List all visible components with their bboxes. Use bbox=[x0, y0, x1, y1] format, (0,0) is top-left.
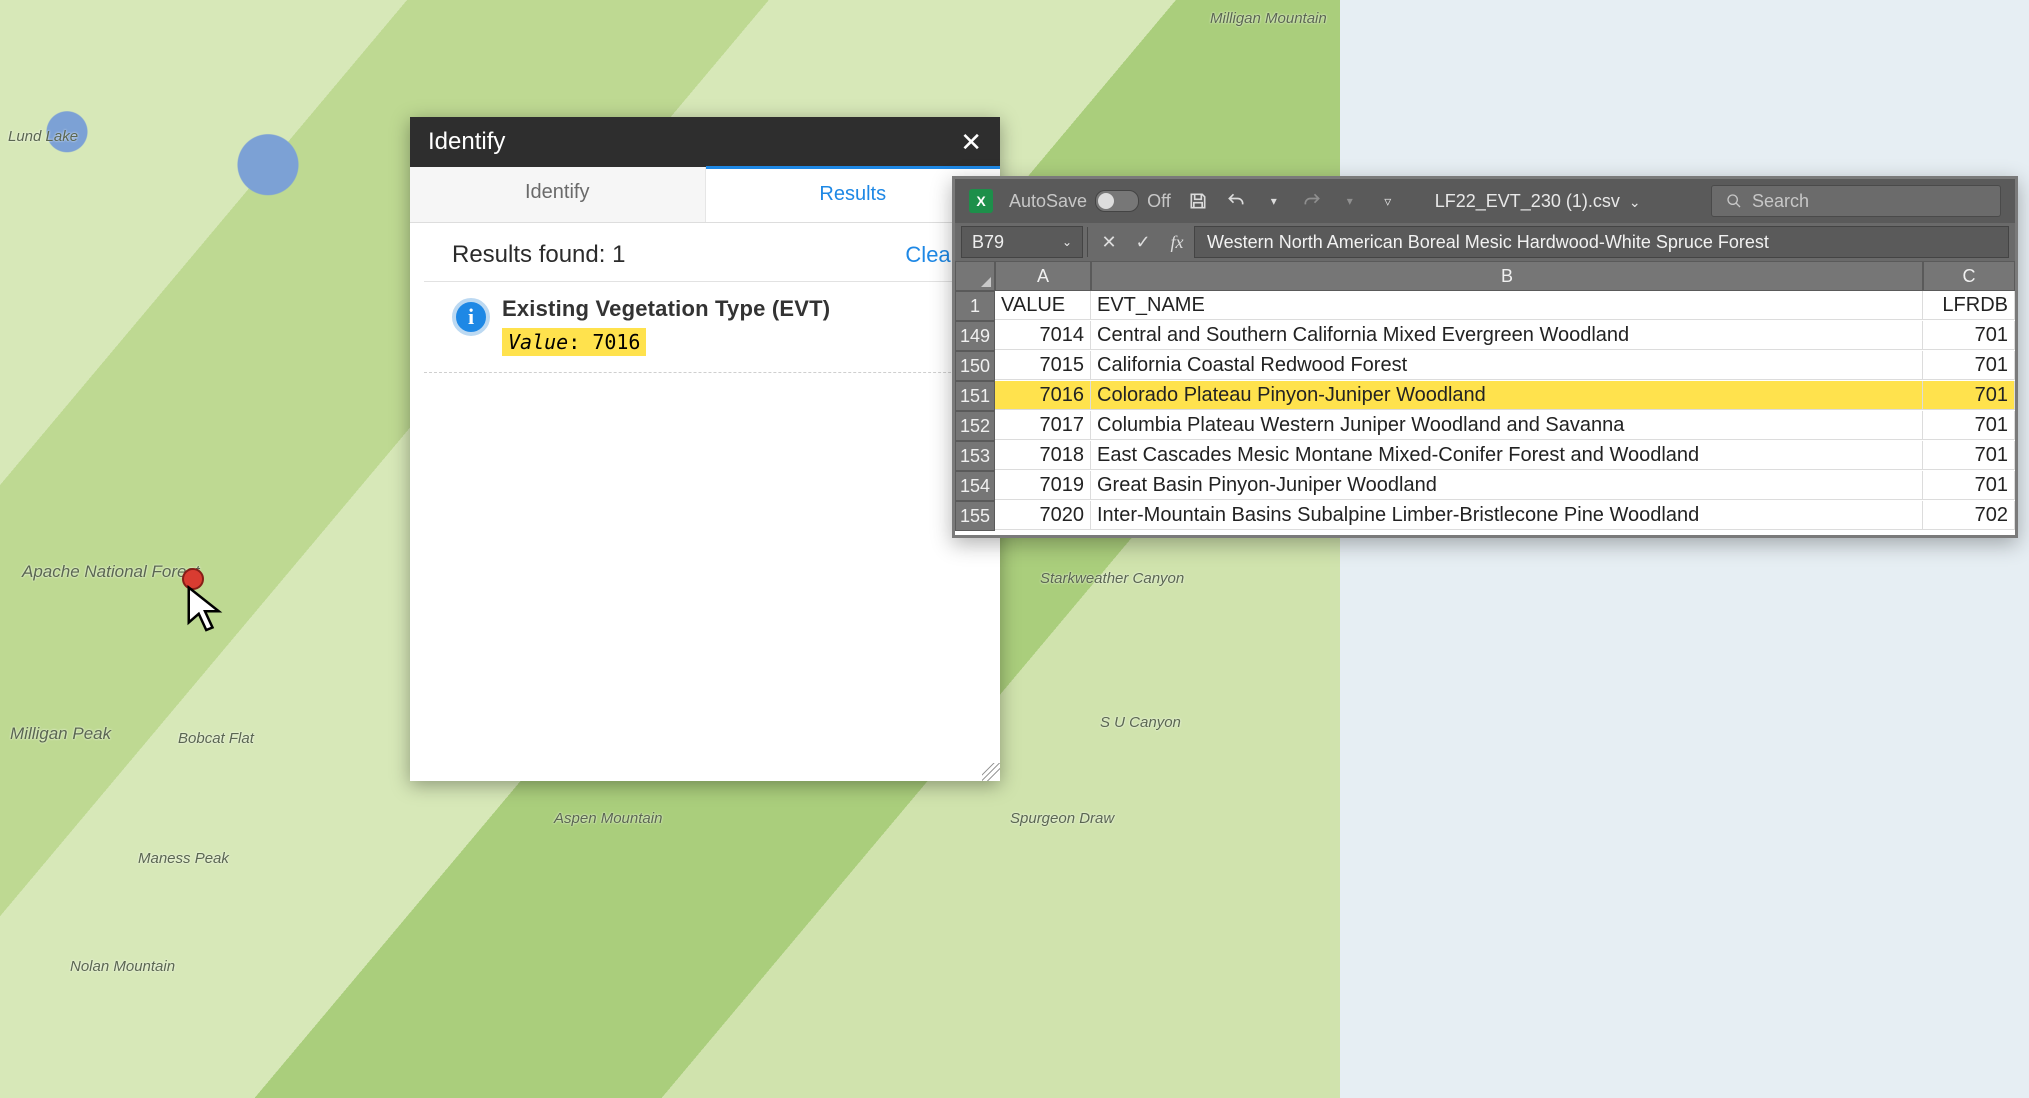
row-header[interactable]: 1 bbox=[955, 291, 995, 321]
column-header[interactable]: A bbox=[995, 261, 1091, 291]
excel-filename[interactable]: LF22_EVT_230 (1).csv ⌄ bbox=[1435, 191, 1641, 212]
cell[interactable]: California Coastal Redwood Forest bbox=[1091, 351, 1923, 380]
result-value-label: Value bbox=[508, 330, 568, 354]
cell[interactable]: 701 bbox=[1923, 411, 2015, 440]
cell[interactable]: Columbia Plateau Western Juniper Woodlan… bbox=[1091, 411, 1923, 440]
formula-input[interactable]: Western North American Boreal Mesic Hard… bbox=[1194, 226, 2009, 258]
column-header[interactable]: C bbox=[1923, 261, 2015, 291]
chevron-down-icon[interactable]: ▾ bbox=[1263, 190, 1285, 212]
excel-logo-icon: X bbox=[969, 189, 993, 213]
clear-button[interactable]: Clear bbox=[905, 242, 958, 268]
identify-title-text: Identify bbox=[428, 128, 505, 156]
map-place-label: Lund Lake bbox=[8, 128, 78, 145]
tab-identify[interactable]: Identify bbox=[410, 167, 706, 222]
map-place-label: Milligan Peak bbox=[10, 724, 111, 744]
cell[interactable]: 7020 bbox=[995, 501, 1091, 530]
map-place-label: Bobcat Flat bbox=[178, 730, 254, 747]
toggle-off-icon[interactable] bbox=[1095, 190, 1139, 212]
row-header[interactable]: 149 bbox=[955, 321, 995, 351]
row-header[interactable]: 150 bbox=[955, 351, 995, 381]
cell[interactable]: Colorado Plateau Pinyon-Juniper Woodland bbox=[1091, 381, 1923, 410]
formula-text: Western North American Boreal Mesic Hard… bbox=[1207, 232, 1769, 253]
row-header[interactable]: 152 bbox=[955, 411, 995, 441]
cell[interactable]: 7017 bbox=[995, 411, 1091, 440]
cell[interactable]: East Cascades Mesic Montane Mixed-Conife… bbox=[1091, 441, 1923, 470]
map-place-label: Spurgeon Draw bbox=[1010, 810, 1114, 827]
autosave-state: Off bbox=[1147, 191, 1171, 212]
cell[interactable]: Inter-Mountain Basins Subalpine Limber-B… bbox=[1091, 501, 1923, 530]
result-item[interactable]: i Existing Vegetation Type (EVT) Value: … bbox=[424, 282, 986, 373]
cell[interactable]: 7014 bbox=[995, 321, 1091, 350]
name-box-value: B79 bbox=[972, 232, 1004, 253]
cell[interactable]: VALUE bbox=[995, 291, 1091, 320]
row-header[interactable]: 153 bbox=[955, 441, 995, 471]
map-place-label: Starkweather Canyon bbox=[1040, 570, 1184, 587]
info-icon: i bbox=[452, 298, 490, 336]
select-all-corner[interactable] bbox=[955, 261, 995, 291]
map-place-label: Maness Peak bbox=[138, 850, 229, 867]
undo-icon[interactable] bbox=[1225, 190, 1247, 212]
result-layer-name: Existing Vegetation Type (EVT) bbox=[502, 296, 830, 322]
redo-icon[interactable] bbox=[1301, 190, 1323, 212]
cell[interactable]: 7016 bbox=[995, 381, 1091, 410]
cell[interactable]: 701 bbox=[1923, 351, 2015, 380]
identify-panel: Identify ✕ Identify Results Results foun… bbox=[410, 117, 1000, 781]
column-header[interactable]: B bbox=[1091, 261, 1923, 291]
enter-formula-icon[interactable]: ✓ bbox=[1126, 232, 1160, 253]
map-place-label: Apache National Forest bbox=[22, 562, 200, 582]
search-placeholder: Search bbox=[1752, 191, 1809, 212]
spreadsheet-grid[interactable]: ABC 1VALUEEVT_NAMELFRDB 1497014Central and… bbox=[955, 261, 2015, 531]
autosave-label: AutoSave bbox=[1009, 191, 1087, 212]
fx-icon[interactable]: fx bbox=[1160, 232, 1194, 253]
save-icon[interactable] bbox=[1187, 190, 1209, 212]
cell[interactable]: 701 bbox=[1923, 471, 2015, 500]
map-place-label: Aspen Mountain bbox=[554, 810, 662, 827]
identify-tabs: Identify Results bbox=[410, 167, 1000, 223]
result-value-badge: Value: 7016 bbox=[502, 328, 646, 356]
map-place-label: Nolan Mountain bbox=[70, 958, 175, 975]
cell[interactable]: Great Basin Pinyon-Juniper Woodland bbox=[1091, 471, 1923, 500]
cell[interactable]: Central and Southern California Mixed Ev… bbox=[1091, 321, 1923, 350]
identify-titlebar[interactable]: Identify ✕ bbox=[410, 117, 1000, 167]
cancel-formula-icon[interactable]: ✕ bbox=[1092, 232, 1126, 253]
cell[interactable]: 7019 bbox=[995, 471, 1091, 500]
row-header[interactable]: 151 bbox=[955, 381, 995, 411]
results-toolbar: Results found: 1 Clear bbox=[424, 223, 986, 282]
cell[interactable]: 7018 bbox=[995, 441, 1091, 470]
cell[interactable]: 701 bbox=[1923, 321, 2015, 350]
excel-window: X AutoSave Off ▾ ▾ ▿ LF22_EVT_230 (1).cs… bbox=[952, 176, 2018, 538]
cell[interactable]: EVT_NAME bbox=[1091, 291, 1923, 320]
cell[interactable]: 701 bbox=[1923, 381, 2015, 410]
resize-handle-icon[interactable] bbox=[982, 763, 1000, 781]
search-icon bbox=[1726, 193, 1742, 209]
excel-search[interactable]: Search bbox=[1711, 185, 2001, 217]
map-place-label: S U Canyon bbox=[1100, 714, 1181, 731]
results-found-text: Results found: 1 bbox=[452, 241, 625, 269]
chevron-down-icon: ⌄ bbox=[1629, 194, 1641, 210]
autosave-toggle[interactable]: AutoSave Off bbox=[1009, 190, 1171, 212]
chevron-down-icon[interactable]: ▾ bbox=[1339, 190, 1361, 212]
map-identify-marker[interactable] bbox=[182, 568, 204, 590]
excel-titlebar[interactable]: X AutoSave Off ▾ ▾ ▿ LF22_EVT_230 (1).cs… bbox=[955, 179, 2015, 223]
result-value-number: 7016 bbox=[592, 330, 640, 354]
cell[interactable]: LFRDB bbox=[1923, 291, 2015, 320]
cursor-icon bbox=[185, 585, 225, 635]
cell[interactable]: 7015 bbox=[995, 351, 1091, 380]
name-box[interactable]: B79 ⌄ bbox=[961, 226, 1083, 258]
row-header[interactable]: 154 bbox=[955, 471, 995, 501]
map-place-label: Milligan Mountain bbox=[1210, 10, 1327, 27]
chevron-down-icon: ⌄ bbox=[1062, 235, 1072, 249]
overflow-icon[interactable]: ▿ bbox=[1377, 190, 1399, 212]
cell[interactable]: 702 bbox=[1923, 501, 2015, 530]
close-icon[interactable]: ✕ bbox=[960, 127, 982, 158]
formula-bar: B79 ⌄ ✕ ✓ fx Western North American Bore… bbox=[955, 223, 2015, 261]
cell[interactable]: 701 bbox=[1923, 441, 2015, 470]
row-header[interactable]: 155 bbox=[955, 501, 995, 531]
